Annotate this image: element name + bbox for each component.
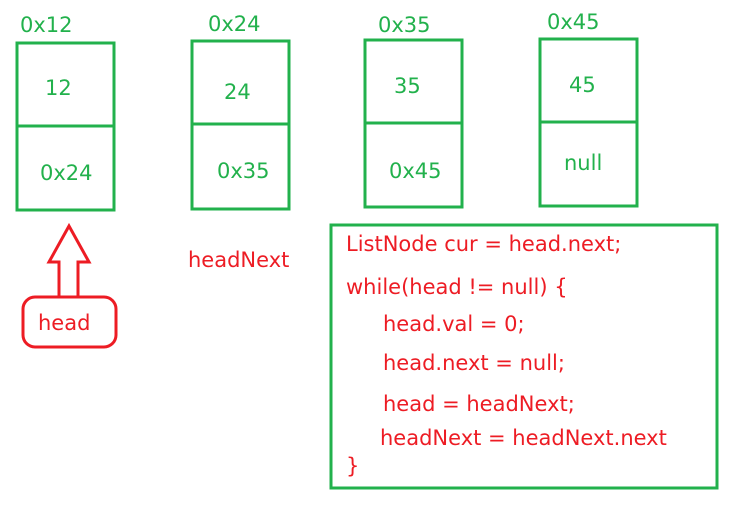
node-next: 0x35 (217, 159, 270, 183)
code-line: head.val = 0; (383, 312, 525, 336)
node-val: 35 (394, 74, 421, 98)
node-next: null (564, 151, 602, 175)
code-line: head = headNext; (383, 392, 575, 416)
arrow-up-icon (46, 222, 92, 299)
node-address: 0x35 (378, 13, 431, 37)
node-next: 0x24 (40, 161, 93, 185)
node-address: 0x24 (208, 12, 261, 36)
node-address: 0x45 (547, 10, 600, 34)
node-val: 45 (569, 73, 596, 97)
node-next: 0x45 (389, 159, 442, 183)
code-line: headNext = headNext.next (380, 426, 667, 450)
node-0x45: 0x45 45 null (538, 10, 639, 208)
head-label: head (38, 311, 90, 335)
code-line: while(head != null) { (346, 275, 568, 299)
node-0x12: 0x12 12 0x24 (15, 13, 116, 212)
code-line: ListNode cur = head.next; (346, 232, 621, 256)
headnext-label: headNext (188, 248, 289, 272)
node-address: 0x12 (20, 13, 73, 37)
linked-list-diagram: 0x12 12 0x24 0x24 24 0x35 0x35 35 0x45 0… (15, 10, 719, 490)
node-0x35: 0x35 35 0x45 (363, 13, 464, 209)
node-0x24: 0x24 24 0x35 (190, 12, 291, 211)
node-val: 12 (45, 76, 72, 100)
code-box: ListNode cur = head.next; while(head != … (329, 223, 719, 490)
node-val: 24 (224, 80, 251, 104)
code-line: head.next = null; (383, 351, 565, 375)
code-line: } (346, 454, 359, 478)
